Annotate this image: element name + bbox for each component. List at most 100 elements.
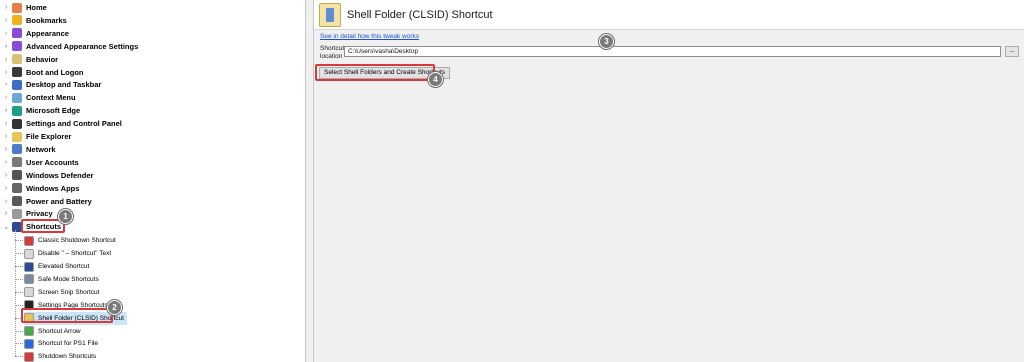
shortcut-icon <box>24 300 34 311</box>
tree-branch-line <box>15 304 23 306</box>
tree-item-label: Home <box>26 3 47 12</box>
tree-item-label: Advanced Appearance Settings <box>26 41 139 51</box>
tree-branch-line <box>15 343 23 345</box>
step-badge-4: 4 <box>428 72 443 87</box>
tree-branch-line <box>15 240 23 242</box>
category-icon <box>12 144 22 155</box>
tree-item-context-menu[interactable]: › Context Menu <box>2 91 76 104</box>
shortcut-icon <box>24 351 34 362</box>
expand-arrow-icon[interactable]: › <box>2 56 10 63</box>
expand-arrow-icon[interactable]: › <box>2 107 10 114</box>
tree-subitem-shortcut-for-ps1-file[interactable]: Shortcut for PS1 File <box>24 337 98 350</box>
tree-subitem-label: Elevated Shortcut <box>38 263 90 270</box>
category-icon <box>12 41 22 52</box>
expand-arrow-icon[interactable]: › <box>2 43 10 50</box>
tree-item-desktop-and-taskbar[interactable]: › Desktop and Taskbar <box>2 78 101 91</box>
tree-item-network[interactable]: › Network <box>2 143 56 156</box>
expand-arrow-icon[interactable]: › <box>2 4 10 11</box>
tree-branch-line <box>15 278 23 280</box>
tree-item-microsoft-edge[interactable]: › Microsoft Edge <box>2 104 80 117</box>
tree-branch-line <box>15 317 23 319</box>
shortcut-icon <box>24 326 34 336</box>
tree-subitem-elevated-shortcut[interactable]: Elevated Shortcut <box>24 260 89 273</box>
expand-arrow-icon[interactable]: › <box>2 185 10 192</box>
tree-item-label: Power and Battery <box>26 196 92 206</box>
tree-subitem-label: Shortcut for PS1 File <box>38 340 98 348</box>
shortcut-location-label-line1: Shortcut <box>320 45 345 52</box>
category-icon <box>12 79 22 90</box>
shortcut-icon <box>24 338 34 349</box>
category-icon <box>12 105 22 116</box>
tweak-tree-panel[interactable]: › Home › Bookmarks › Appearance › Advanced Appe… <box>0 0 306 362</box>
tree-branch-line <box>15 253 23 255</box>
tree-branch-line <box>15 266 23 267</box>
expand-arrow-icon[interactable]: › <box>2 172 10 179</box>
expand-arrow-icon[interactable]: › <box>2 69 10 76</box>
tree-item-power-and-battery[interactable]: › Power and Battery <box>2 195 92 208</box>
tree-item-bookmarks[interactable]: › Bookmarks <box>2 14 67 27</box>
expand-arrow-icon[interactable]: › <box>2 17 10 24</box>
tree-item-label: User Accounts <box>26 157 79 167</box>
tree-item-boot-and-logon[interactable]: › Boot and Logon <box>2 66 83 79</box>
tree-item-user-accounts[interactable]: › User Accounts <box>2 156 79 169</box>
category-icon <box>12 54 22 65</box>
tree-item-home[interactable]: › Home <box>2 1 47 14</box>
shortcut-location-label: Shortcut location <box>320 45 344 60</box>
expand-arrow-icon[interactable]: › <box>2 120 10 127</box>
tweak-detail-panel: Shell Folder (CLSID) Shortcut See in det… <box>313 0 1024 362</box>
tree-item-advanced-appearance-settings[interactable]: › Advanced Appearance Settings <box>2 40 138 53</box>
collapse-arrow-icon[interactable]: ⌄ <box>2 223 10 231</box>
expand-arrow-icon[interactable]: › <box>2 159 10 166</box>
tree-item-settings-and-control-panel[interactable]: › Settings and Control Panel <box>2 117 122 130</box>
category-icon <box>12 92 22 103</box>
expand-arrow-icon[interactable]: › <box>2 198 10 205</box>
tree-subitem-settings-page-shortcuts[interactable]: Settings Page Shortcuts <box>24 299 108 312</box>
tree-item-behavior[interactable]: › Behavior <box>2 53 58 66</box>
category-icon <box>12 15 22 26</box>
tree-item-label: Network <box>26 144 56 154</box>
tree-branch-line <box>15 356 23 358</box>
expand-arrow-icon[interactable]: › <box>2 81 10 88</box>
tree-item-label: Microsoft Edge <box>26 106 81 116</box>
tree-subitem-disable-shortcut-text[interactable]: Disable " – Shortcut" Text <box>24 247 111 260</box>
tree-subitem-label: Disable " – Shortcut" Text <box>38 250 112 258</box>
tree-item-label: Windows Apps <box>26 183 80 193</box>
tree-subitem-classic-shutdown-shortcut[interactable]: Classic Shutdown Shortcut <box>24 234 116 247</box>
category-icon <box>12 118 22 129</box>
tree-item-label: Context Menu <box>26 93 76 103</box>
tree-subitem-shortcut-arrow[interactable]: Shortcut Arrow <box>24 325 81 338</box>
tree-item-label: Behavior <box>26 54 59 64</box>
expand-arrow-icon[interactable]: › <box>2 133 10 140</box>
tree-subitem-screen-snip-shortcut[interactable]: Screen Snip Shortcut <box>24 286 99 299</box>
browse-button[interactable]: ... <box>1005 46 1019 57</box>
tree-subitem-safe-mode-shortcuts[interactable]: Safe Mode Shortcuts <box>24 273 99 286</box>
tree-branch-line <box>15 330 23 332</box>
expand-arrow-icon[interactable]: › <box>2 30 10 37</box>
tree-subitem-label: Safe Mode Shortcuts <box>38 275 99 283</box>
expand-arrow-icon[interactable]: › <box>2 146 10 153</box>
shortcut-location-input[interactable] <box>344 46 1001 57</box>
step-badge-3: 3 <box>599 34 614 49</box>
tree-item-windows-defender[interactable]: › Windows Defender <box>2 169 93 182</box>
tree-subitem-label: Classic Shutdown Shortcut <box>38 237 116 245</box>
tree-item-windows-apps[interactable]: › Windows Apps <box>2 182 79 195</box>
tree-connector-line <box>15 230 16 357</box>
tree-item-shortcuts[interactable]: ⌄ Shortcuts <box>2 220 61 233</box>
tree-item-privacy[interactable]: › Privacy <box>2 207 53 220</box>
tree-subitem-shutdown-shortcuts[interactable]: Shutdown Shortcuts <box>24 350 96 362</box>
see-details-link[interactable]: See in detail how this tweak works <box>320 33 419 40</box>
tree-item-label: Settings and Control Panel <box>26 119 122 129</box>
shortcut-icon <box>24 261 34 272</box>
tree-item-appearance[interactable]: › Appearance <box>2 27 69 40</box>
tree-item-file-explorer[interactable]: › File Explorer <box>2 130 71 143</box>
expand-arrow-icon[interactable]: › <box>2 210 10 217</box>
expand-arrow-icon[interactable]: › <box>2 94 10 101</box>
tree-branch-line <box>15 291 23 293</box>
tree-subitem-label: Settings Page Shortcuts <box>38 301 108 309</box>
tree-item-label: Windows Defender <box>26 170 94 180</box>
tree-subitem-label: Shell Folder (CLSID) Shortcut <box>38 314 124 322</box>
category-icon <box>12 157 22 168</box>
shortcut-icon <box>24 313 34 324</box>
category-icon <box>12 67 22 77</box>
tree-subitem-label: Shortcut Arrow <box>38 327 81 335</box>
